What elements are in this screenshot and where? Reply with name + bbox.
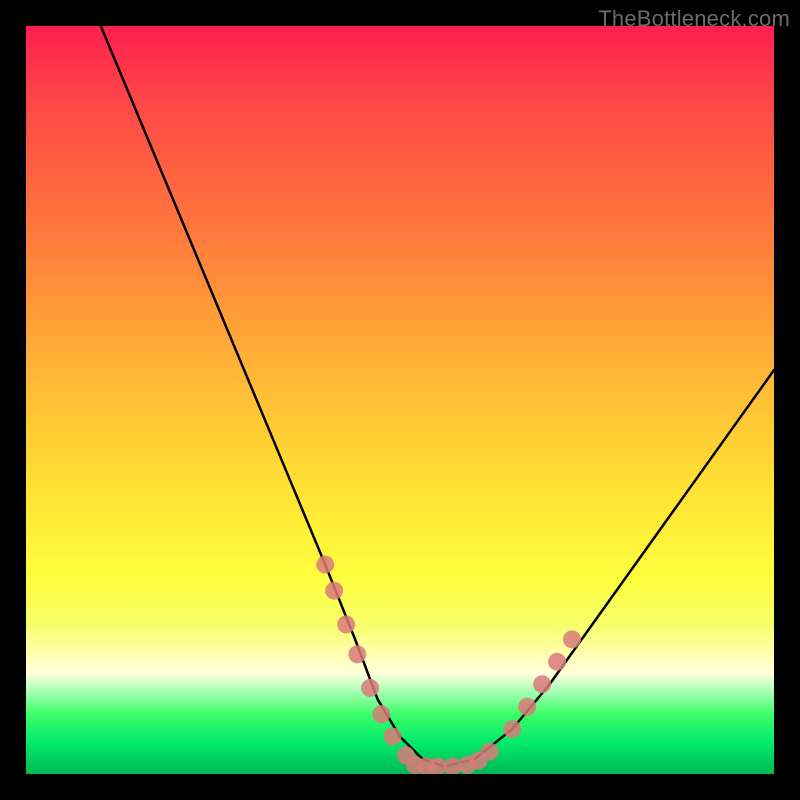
data-marker — [397, 746, 415, 764]
data-marker — [384, 728, 402, 746]
data-marker — [458, 756, 476, 774]
data-marker — [417, 758, 435, 774]
data-marker — [533, 675, 551, 693]
data-marker — [316, 556, 334, 574]
data-marker — [428, 758, 446, 774]
plot-area — [26, 26, 774, 774]
data-marker — [325, 582, 343, 600]
chart-frame: TheBottleneck.com — [0, 0, 800, 800]
data-marker — [503, 720, 521, 738]
data-marker — [548, 653, 566, 671]
data-marker — [563, 630, 581, 648]
data-marker — [361, 679, 379, 697]
data-marker — [348, 645, 366, 663]
data-marker — [337, 615, 355, 633]
data-marker — [406, 756, 424, 774]
data-marker — [481, 743, 499, 761]
data-marker — [372, 705, 390, 723]
data-marker — [470, 752, 488, 770]
watermark-text: TheBottleneck.com — [598, 6, 790, 32]
curve-layer — [26, 26, 774, 774]
data-marker — [518, 698, 536, 716]
bottleneck-curve — [101, 26, 774, 767]
data-marker — [443, 758, 461, 774]
